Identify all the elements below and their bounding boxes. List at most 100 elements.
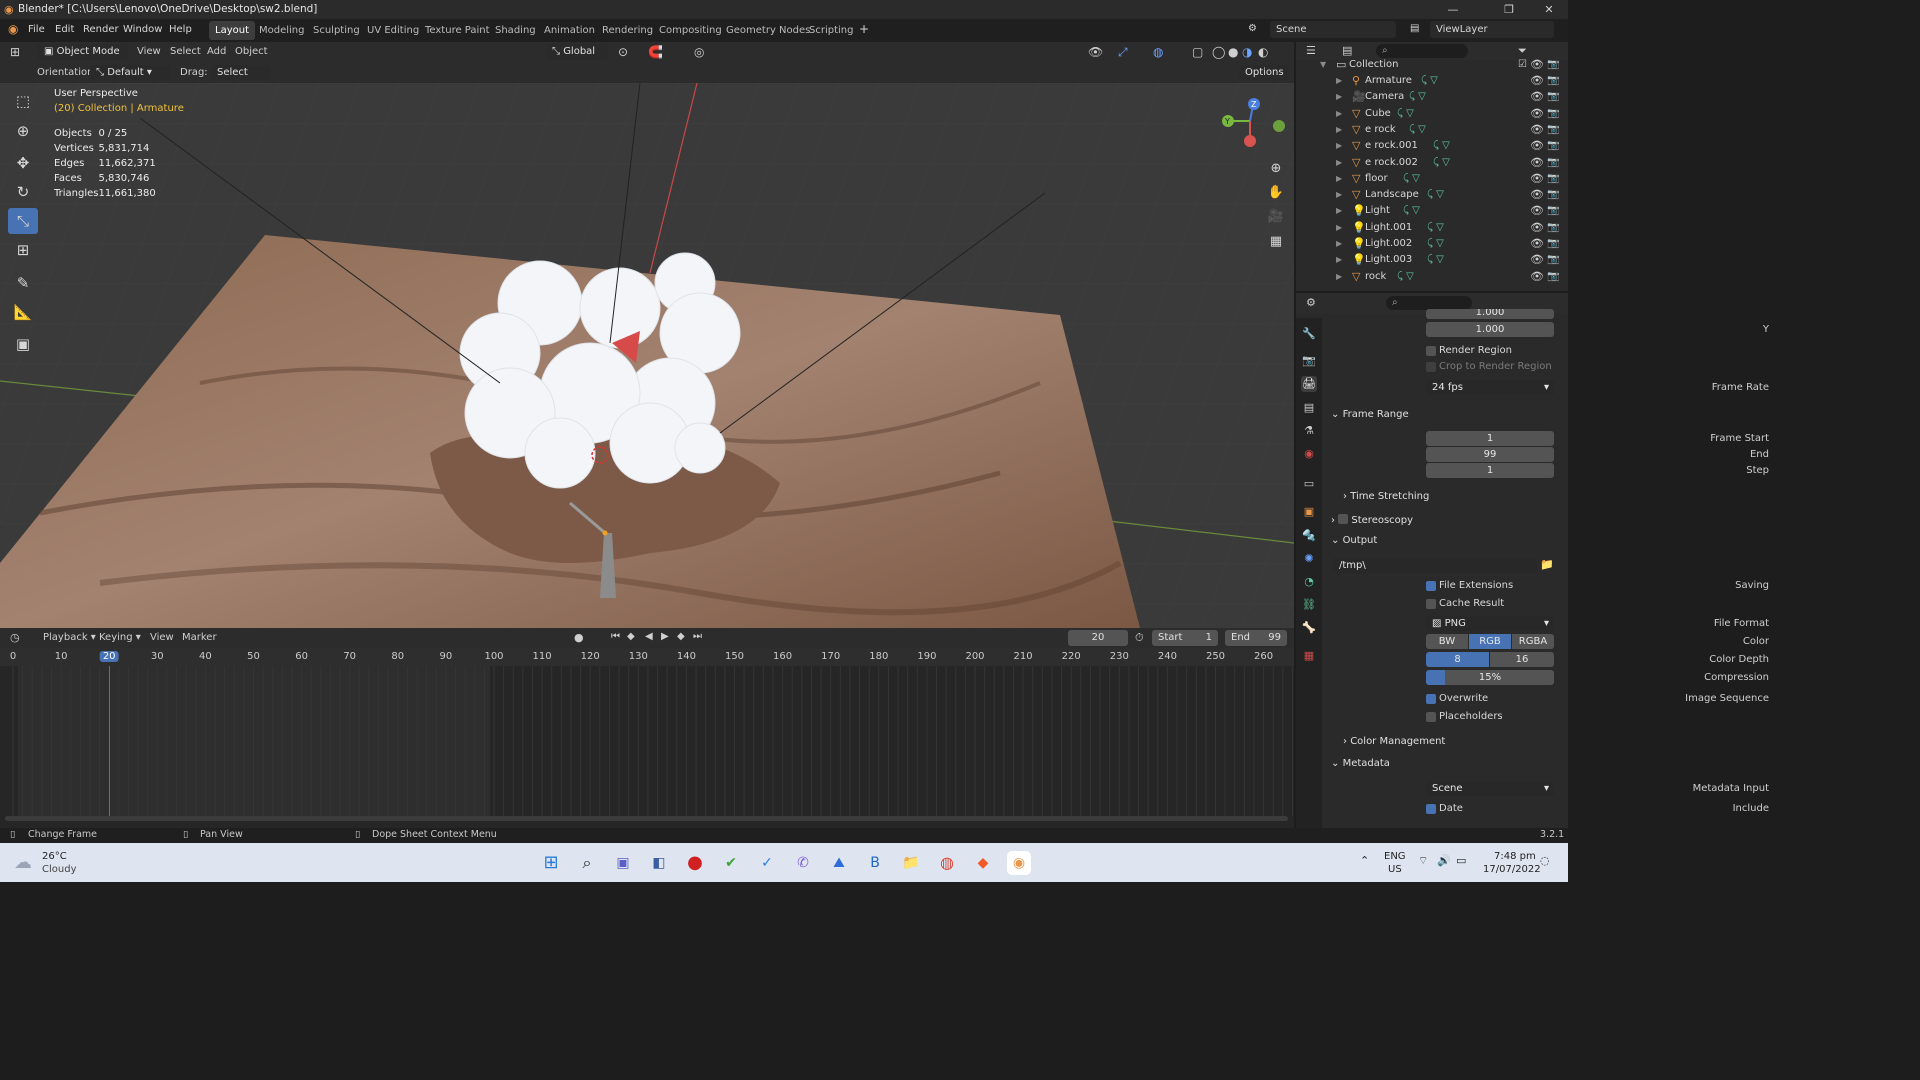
snap-icon[interactable]: 🧲 <box>648 45 663 59</box>
metadata-input-dropdown[interactable]: Scene ▾ <box>1426 781 1554 796</box>
eye-icon[interactable]: 👁 <box>1530 220 1544 236</box>
camera-render-icon[interactable]: 📷 <box>1547 171 1559 187</box>
date-checkbox[interactable] <box>1426 804 1436 814</box>
menu-edit[interactable]: Edit <box>55 24 74 35</box>
add-workspace-icon[interactable]: + <box>859 22 869 36</box>
mode-selector[interactable]: ▣ Object Mode ▾ <box>38 44 128 73</box>
aspect-y-field[interactable]: 1.000 <box>1426 322 1554 337</box>
play-icon[interactable]: ▶ <box>661 631 669 642</box>
scene-selector[interactable]: Scene <box>1270 21 1396 38</box>
transform-icon[interactable]: ⊞ <box>8 237 38 263</box>
camera-render-icon[interactable]: 📷 <box>1547 187 1559 203</box>
transform-orientation[interactable]: ⤡ Global ▾ <box>546 44 608 73</box>
tab-rendering[interactable]: Rendering <box>596 21 659 40</box>
properties-search-input[interactable]: ⌕ <box>1386 296 1472 310</box>
prev-keyframe-icon[interactable]: ◆ <box>627 631 635 642</box>
modifier-icons[interactable]: ⤹ ▽ <box>1421 73 1438 89</box>
proportional-edit-icon[interactable]: ◎ <box>694 45 704 59</box>
eye-icon[interactable]: 👁 <box>1530 106 1544 122</box>
modifier-icons[interactable]: ⤹ ▽ <box>1427 220 1444 236</box>
view-layer-icon[interactable]: ▤ <box>1410 23 1419 34</box>
tab-shading[interactable]: Shading <box>489 21 542 40</box>
outliner-item-floor[interactable]: ▶ ▽ floor ⤹ ▽ 👁 📷 <box>1296 171 1568 187</box>
render-tab-icon[interactable]: 📷 <box>1301 353 1317 369</box>
modifier-icons[interactable]: ⤹ ▽ <box>1409 89 1426 105</box>
output-panel[interactable]: ⌄ Output <box>1331 535 1377 546</box>
tab-uv-editing[interactable]: UV Editing <box>361 21 425 40</box>
move-icon[interactable]: ✥ <box>8 150 38 176</box>
gizmo-toggle-icon[interactable]: ⤢ <box>1118 45 1128 60</box>
outliner-item-light-001[interactable]: ▶ 💡 Light.001 ⤹ ▽ 👁 📷 <box>1296 220 1568 236</box>
outliner-item-e-rock-001[interactable]: ▶ ▽ e rock.001 ⤹ ▽ 👁 📷 <box>1296 138 1568 154</box>
todo-icon[interactable]: ✓ <box>755 851 779 875</box>
folder-icon[interactable]: 📁 <box>1540 558 1554 571</box>
eye-icon[interactable]: 👁 <box>1530 171 1544 187</box>
jump-start-icon[interactable]: ⏮ <box>611 631 620 642</box>
outliner-item-armature[interactable]: ▶ ⚲ Armature ⤹ ▽ 👁 📷 <box>1296 73 1568 89</box>
current-frame-field[interactable]: 20 <box>1068 630 1128 646</box>
render-region-checkbox[interactable] <box>1426 346 1436 356</box>
editor-type-icon[interactable]: ⊞ <box>10 45 20 59</box>
eye-icon[interactable]: 👁 <box>1530 187 1544 203</box>
expand-arrow-icon[interactable]: ▶ <box>1336 187 1342 203</box>
file-extensions-checkbox[interactable] <box>1426 581 1436 591</box>
cache-result-checkbox[interactable] <box>1426 599 1436 609</box>
cloud-icon[interactable]: ☁ <box>14 852 32 873</box>
3d-viewport[interactable] <box>0 83 1294 628</box>
viewport-menu-select[interactable]: Select <box>170 46 201 57</box>
expand-arrow-icon[interactable]: ▶ <box>1336 203 1342 219</box>
physics-tab-icon[interactable]: ◔ <box>1301 574 1317 590</box>
scene-icon[interactable]: ⚙ <box>1248 23 1257 34</box>
menu-file[interactable]: File <box>28 24 45 35</box>
timeline-menu-playback[interactable]: Playback ▾ <box>43 632 96 643</box>
tab-modeling[interactable]: Modeling <box>253 21 311 40</box>
record-app-icon[interactable]: ● <box>683 851 707 875</box>
select-box-icon[interactable]: ⬚ <box>8 88 38 114</box>
frame-rate-dropdown[interactable]: 24 fps ▾ <box>1426 380 1554 395</box>
file-explorer-icon[interactable]: 📁 <box>899 851 923 875</box>
expand-arrow-icon[interactable]: ▶ <box>1336 89 1342 105</box>
bitwarden-icon[interactable]: B <box>863 851 887 875</box>
camera-render-icon[interactable]: 📷 <box>1547 236 1559 252</box>
collection-tab-icon[interactable]: ▭ <box>1301 476 1317 492</box>
timeline-area[interactable] <box>0 648 1294 828</box>
world-tab-icon[interactable]: ◉ <box>1301 446 1317 462</box>
clock-date[interactable]: 17/07/2022 <box>1483 864 1541 875</box>
outliner-item-camera[interactable]: ▶ 🎥 Camera ⤹ ▽ 👁 📷 <box>1296 89 1568 105</box>
camera-view-icon[interactable]: 🎥 <box>1265 206 1287 228</box>
viber-icon[interactable]: ✆ <box>791 851 815 875</box>
tool-tab-icon[interactable]: 🔧 <box>1301 326 1317 342</box>
expand-arrow-icon[interactable]: ▶ <box>1336 220 1342 236</box>
texture-tab-icon[interactable]: ▦ <box>1301 648 1317 664</box>
pan-hand-icon[interactable]: ✋ <box>1265 182 1287 204</box>
expand-arrow-icon[interactable]: ▶ <box>1336 269 1342 285</box>
play-reverse-icon[interactable]: ◀ <box>645 631 653 642</box>
modifier-icons[interactable]: ⤹ ▽ <box>1427 236 1444 252</box>
start-frame-field[interactable]: Start 1 <box>1152 630 1218 646</box>
timeline-scrollbar[interactable] <box>5 816 1288 821</box>
frame-end-field[interactable]: 99 <box>1426 447 1554 462</box>
eye-icon[interactable]: 👁 <box>1530 155 1544 171</box>
frame-step-field[interactable]: 1 <box>1426 463 1554 478</box>
camera-render-icon[interactable]: 📷 <box>1547 220 1559 236</box>
close-icon[interactable]: ✕ <box>1526 0 1572 19</box>
region-label[interactable]: US <box>1388 864 1402 875</box>
frame-start-field[interactable]: 1 <box>1426 431 1554 446</box>
outliner-search-input[interactable]: ⌕ <box>1376 44 1468 58</box>
output-tab-icon[interactable]: 🖨 <box>1301 376 1317 392</box>
outliner-item-e-rock-002[interactable]: ▶ ▽ e rock.002 ⤹ ▽ 👁 📷 <box>1296 155 1568 171</box>
properties-editor-icon[interactable]: ⚙ <box>1306 296 1316 309</box>
time-stretching-panel[interactable]: › Time Stretching <box>1343 491 1429 502</box>
blender-menu-icon[interactable]: ◉ <box>8 22 18 36</box>
expand-arrow-icon[interactable]: ▶ <box>1336 155 1342 171</box>
zoom-icon[interactable]: ⊕ <box>1265 158 1287 180</box>
app-icon[interactable]: ◧ <box>647 851 671 875</box>
modifier-icons[interactable]: ⤹ ▽ <box>1403 171 1420 187</box>
outliner-collection[interactable]: ▼ ▭ Collection ☑ 👁 📷 <box>1296 57 1568 73</box>
data-tab-icon[interactable]: 🦴 <box>1301 620 1317 636</box>
timeline-menu-view[interactable]: View <box>150 632 174 643</box>
rotate-icon[interactable]: ↻ <box>8 179 38 205</box>
stereoscopy-panel[interactable]: › Stereoscopy <box>1331 513 1413 526</box>
pivot-icon[interactable]: ⊙ <box>618 45 628 59</box>
outliner-item-light[interactable]: ▶ 💡 Light ⤹ ▽ 👁 📷 <box>1296 203 1568 219</box>
